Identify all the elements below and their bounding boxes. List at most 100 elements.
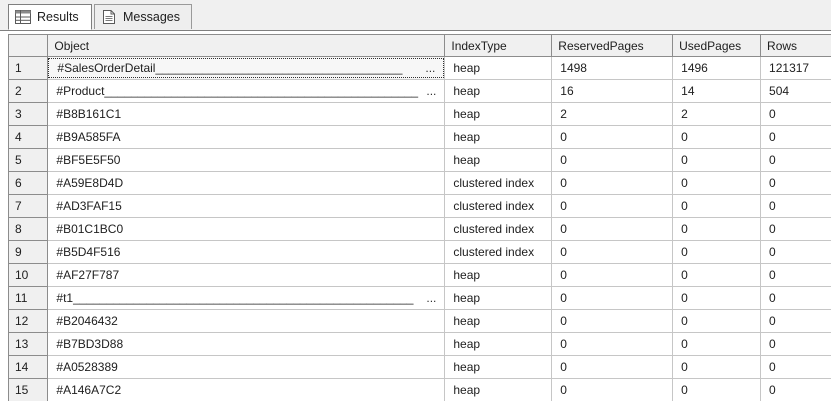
- column-header-rows[interactable]: Rows: [760, 34, 831, 57]
- cell-rows[interactable]: 0: [760, 217, 831, 241]
- more-ellipsis[interactable]: ...: [425, 61, 443, 75]
- row-number[interactable]: 12: [9, 309, 49, 333]
- cell-usedpages[interactable]: 2: [672, 102, 762, 126]
- cell-reservedpages[interactable]: 0: [551, 309, 674, 333]
- cell-indextype[interactable]: heap: [444, 286, 553, 310]
- cell-object[interactable]: #B01C1BC0: [47, 217, 446, 241]
- table-row[interactable]: 14 #A0528389 heap 0 0 0: [9, 355, 831, 379]
- table-row[interactable]: 12 #B2046432 heap 0 0 0: [9, 309, 831, 333]
- row-number[interactable]: 14: [9, 355, 49, 379]
- table-row[interactable]: 8 #B01C1BC0 clustered index 0 0 0: [9, 217, 831, 241]
- row-number[interactable]: 9: [9, 240, 49, 264]
- cell-object[interactable]: #A59E8D4D: [47, 171, 446, 195]
- cell-usedpages[interactable]: 0: [672, 194, 762, 218]
- cell-reservedpages[interactable]: 0: [551, 148, 674, 172]
- cell-indextype[interactable]: heap: [444, 79, 553, 103]
- cell-rows[interactable]: 0: [760, 286, 831, 310]
- cell-rows[interactable]: 0: [760, 194, 831, 218]
- cell-indextype[interactable]: heap: [444, 102, 553, 126]
- cell-reservedpages[interactable]: 0: [551, 378, 674, 401]
- table-row[interactable]: 13 #B7BD3D88 heap 0 0 0: [9, 332, 831, 356]
- row-number[interactable]: 1: [9, 56, 49, 80]
- cell-usedpages[interactable]: 0: [672, 286, 762, 310]
- column-header-indextype[interactable]: IndexType: [444, 34, 553, 57]
- cell-reservedpages[interactable]: 0: [551, 263, 674, 287]
- cell-rows[interactable]: 0: [760, 148, 831, 172]
- table-row[interactable]: 6 #A59E8D4D clustered index 0 0 0: [9, 171, 831, 195]
- cell-indextype[interactable]: heap: [444, 125, 553, 149]
- cell-reservedpages[interactable]: 0: [551, 286, 674, 310]
- cell-reservedpages[interactable]: 0: [551, 355, 674, 379]
- cell-rows[interactable]: 0: [760, 171, 831, 195]
- cell-object[interactable]: #BF5E5F50: [47, 148, 446, 172]
- cell-object[interactable]: #t1_____________________________________…: [47, 286, 446, 310]
- cell-rows[interactable]: 0: [760, 102, 831, 126]
- table-row[interactable]: 15 #A146A7C2 heap 0 0 0: [9, 378, 831, 401]
- cell-reservedpages[interactable]: 2: [551, 102, 674, 126]
- cell-object[interactable]: #B7BD3D88: [47, 332, 446, 356]
- row-number[interactable]: 6: [9, 171, 49, 195]
- cell-rows[interactable]: 0: [760, 309, 831, 333]
- cell-usedpages[interactable]: 0: [672, 332, 762, 356]
- cell-rows[interactable]: 0: [760, 240, 831, 264]
- cell-indextype[interactable]: clustered index: [444, 194, 553, 218]
- row-number[interactable]: 15: [9, 378, 49, 401]
- more-ellipsis[interactable]: ...: [426, 291, 444, 305]
- table-row[interactable]: 2 #Product_______________________________…: [9, 79, 831, 103]
- cell-rows[interactable]: 0: [760, 332, 831, 356]
- cell-rows[interactable]: 0: [760, 378, 831, 401]
- row-number[interactable]: 4: [9, 125, 49, 149]
- cell-object[interactable]: #B2046432: [47, 309, 446, 333]
- tab-messages[interactable]: Messages: [94, 4, 192, 29]
- column-header-object[interactable]: Object: [47, 34, 446, 57]
- cell-usedpages[interactable]: 0: [672, 378, 762, 401]
- cell-usedpages[interactable]: 0: [672, 240, 762, 264]
- row-number[interactable]: 2: [9, 79, 49, 103]
- cell-object[interactable]: #B5D4F516: [47, 240, 446, 264]
- cell-object[interactable]: #AF27F787: [47, 263, 446, 287]
- table-row[interactable]: 3 #B8B161C1 heap 2 2 0: [9, 102, 831, 126]
- row-number[interactable]: 3: [9, 102, 49, 126]
- tab-results[interactable]: Results: [8, 4, 92, 30]
- cell-usedpages[interactable]: 14: [672, 79, 762, 103]
- cell-rows[interactable]: 0: [760, 263, 831, 287]
- cell-rows[interactable]: 121317: [760, 56, 831, 80]
- table-row[interactable]: 10 #AF27F787 heap 0 0 0: [9, 263, 831, 287]
- table-row[interactable]: 9 #B5D4F516 clustered index 0 0 0: [9, 240, 831, 264]
- cell-rows[interactable]: 0: [760, 355, 831, 379]
- cell-object[interactable]: #B9A585FA: [47, 125, 446, 149]
- cell-indextype[interactable]: clustered index: [444, 217, 553, 241]
- row-number[interactable]: 5: [9, 148, 49, 172]
- cell-object[interactable]: #B8B161C1: [47, 102, 446, 126]
- cell-rows[interactable]: 0: [760, 125, 831, 149]
- row-number[interactable]: 8: [9, 217, 49, 241]
- table-row[interactable]: 11 #t1___________________________________…: [9, 286, 831, 310]
- cell-indextype[interactable]: heap: [444, 148, 553, 172]
- cell-indextype[interactable]: clustered index: [444, 240, 553, 264]
- row-number[interactable]: 13: [9, 332, 49, 356]
- cell-reservedpages[interactable]: 1498: [551, 56, 674, 80]
- cell-object[interactable]: #SalesOrderDetail_______________________…: [47, 56, 446, 80]
- table-row[interactable]: 1 #SalesOrderDetail______________________…: [9, 56, 831, 80]
- table-row[interactable]: 4 #B9A585FA heap 0 0 0: [9, 125, 831, 149]
- cell-object[interactable]: #A146A7C2: [47, 378, 446, 401]
- results-grid[interactable]: Object IndexType ReservedPages UsedPages…: [8, 34, 831, 401]
- cell-reservedpages[interactable]: 0: [551, 194, 674, 218]
- cell-rows[interactable]: 504: [760, 79, 831, 103]
- cell-reservedpages[interactable]: 16: [551, 79, 674, 103]
- column-header-usedpages[interactable]: UsedPages: [672, 34, 762, 57]
- cell-indextype[interactable]: heap: [444, 378, 553, 401]
- cell-usedpages[interactable]: 0: [672, 125, 762, 149]
- cell-object[interactable]: #Product________________________________…: [47, 79, 446, 103]
- cell-usedpages[interactable]: 1496: [672, 56, 762, 80]
- cell-usedpages[interactable]: 0: [672, 148, 762, 172]
- row-number[interactable]: 7: [9, 194, 49, 218]
- row-number[interactable]: 11: [9, 286, 49, 310]
- cell-indextype[interactable]: heap: [444, 263, 553, 287]
- column-header-reservedpages[interactable]: ReservedPages: [551, 34, 674, 57]
- row-number[interactable]: 10: [9, 263, 49, 287]
- cell-indextype[interactable]: heap: [444, 355, 553, 379]
- table-row[interactable]: 5 #BF5E5F50 heap 0 0 0: [9, 148, 831, 172]
- cell-indextype[interactable]: heap: [444, 332, 553, 356]
- table-row[interactable]: 7 #AD3FAF15 clustered index 0 0 0: [9, 194, 831, 218]
